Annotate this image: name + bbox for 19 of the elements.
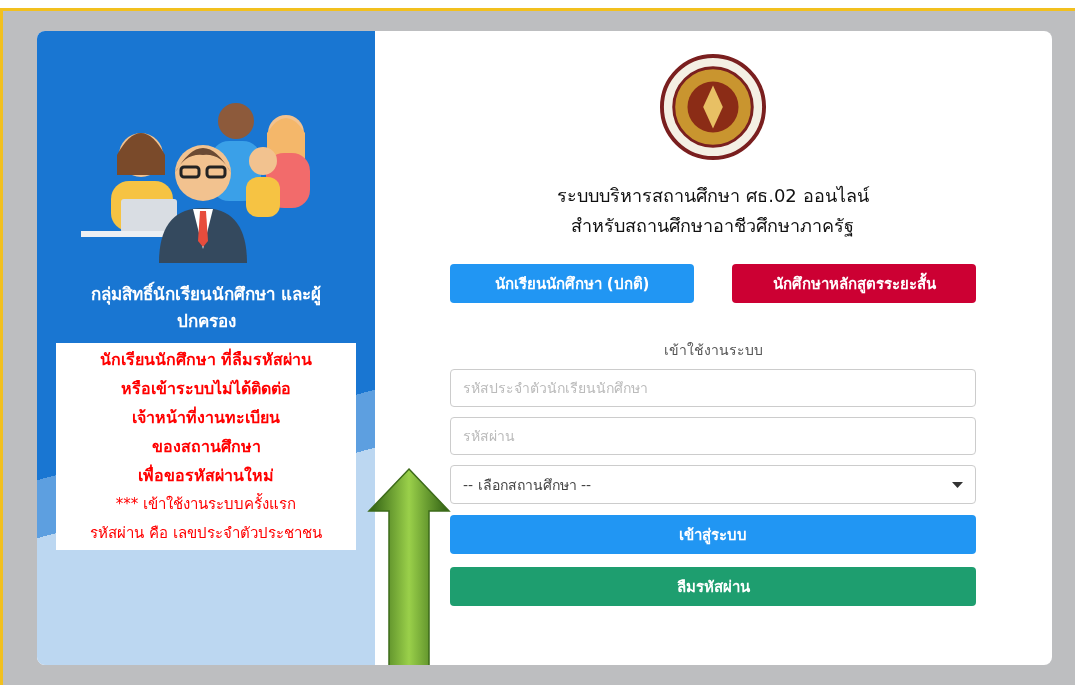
section-label: เข้าใช้งานระบบ bbox=[663, 341, 763, 360]
notice-text: นักเรียนนักศึกษา ที่ลืมรหัสผ่าน bbox=[98, 347, 314, 372]
system-title: ระบบบริหารสถานศึกษา ศธ.02 ออนไลน์ bbox=[557, 184, 869, 208]
notice-text: รหัสผ่าน คือ เลขประจำตัวประชาชน bbox=[89, 523, 323, 545]
mode-button[interactable]: นักเรียนนักศึกษา (ปกติ) bbox=[450, 264, 694, 303]
action-button[interactable]: ลืมรหัสผ่าน bbox=[450, 567, 976, 606]
panel-heading: กลุ่มสิทธิ์นักเรียนนักศึกษา และผู้ปกครอง bbox=[81, 281, 331, 336]
school-select[interactable]: -- เลือกสถานศึกษา -- bbox=[450, 465, 976, 504]
notice-text: เจ้าหน้าที่งานทะเบียน bbox=[131, 405, 281, 430]
notice-text: *** เข้าใช้งานระบบครั้งแรก bbox=[114, 492, 298, 516]
action-button[interactable]: เข้าสู่ระบบ bbox=[450, 515, 976, 554]
student-id-field[interactable]: รหัสประจำตัวนักเรียนนักศึกษา bbox=[450, 369, 976, 407]
system-title: สำหรับสถานศึกษาอาชีวศึกษาภาครัฐ bbox=[570, 214, 856, 239]
notice-text: หรือเข้าระบบไม่ได้ติดต่อ bbox=[120, 378, 292, 401]
dropdown-caret-icon bbox=[952, 481, 963, 488]
password-field[interactable]: รหัสผ่าน bbox=[450, 417, 976, 455]
notice-text: ของสถานศึกษา bbox=[150, 436, 262, 459]
notice-text: เพื่อขอรหัสผ่านใหม่ bbox=[137, 463, 275, 488]
mode-button[interactable]: นักศึกษาหลักสูตรระยะสั้น bbox=[732, 264, 976, 303]
